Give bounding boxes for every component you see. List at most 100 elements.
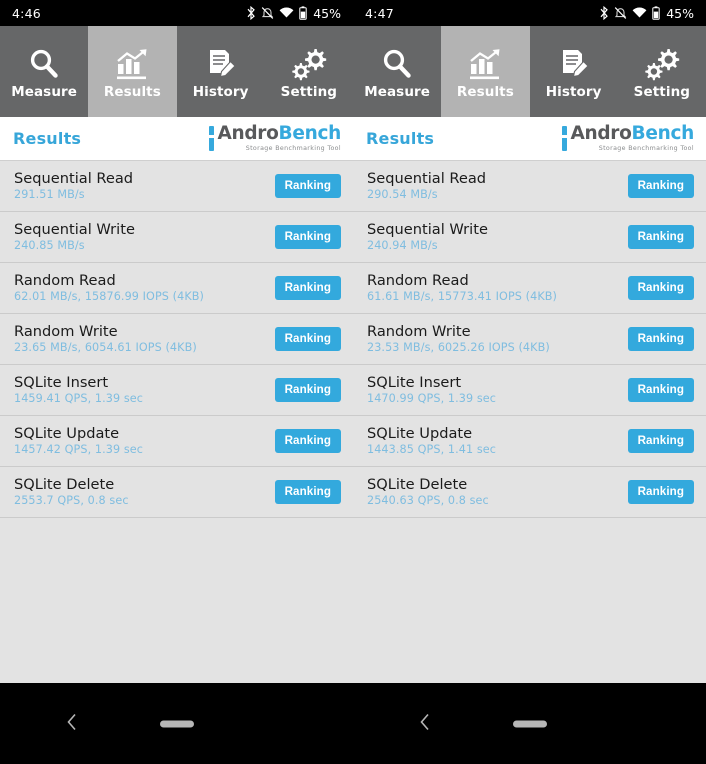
- row-texts: SQLite Update 1457.42 QPS, 1.39 sec: [14, 426, 143, 456]
- tab-label-results: Results: [456, 83, 514, 100]
- benchmark-value: 1443.85 QPS, 1.41 sec: [367, 443, 497, 457]
- tab-label-results: Results: [103, 83, 161, 100]
- ranking-button[interactable]: Ranking: [627, 326, 694, 352]
- table-row[interactable]: Sequential Write 240.85 MB/s Ranking: [0, 212, 353, 263]
- benchmark-value: 61.61 MB/s, 15773.41 IOPS (4KB): [367, 290, 558, 304]
- benchmark-name: Random Read: [14, 271, 116, 289]
- row-texts: Sequential Write 240.94 MB/s: [367, 222, 488, 252]
- notifications-muted-icon: [614, 6, 627, 20]
- benchmark-value: 1457.42 QPS, 1.39 sec: [14, 443, 144, 457]
- benchmark-value: 240.94 MB/s: [367, 239, 438, 253]
- status-clock: 4:46: [12, 5, 41, 21]
- benchmark-value: 23.65 MB/s, 6054.61 IOPS (4KB): [14, 341, 197, 355]
- table-row[interactable]: SQLite Insert 1459.41 QPS, 1.39 sec Rank…: [0, 365, 353, 416]
- tab-bar: Measure Results History Setting: [0, 26, 353, 117]
- home-pill-icon[interactable]: [513, 720, 547, 727]
- benchmark-name: SQLite Delete: [367, 475, 468, 493]
- ranking-button[interactable]: Ranking: [627, 224, 694, 250]
- ranking-button[interactable]: Ranking: [627, 173, 694, 199]
- benchmark-value: 291.51 MB/s: [14, 188, 85, 202]
- tab-results[interactable]: Results: [88, 26, 177, 117]
- battery-percent-label: 45%: [313, 5, 341, 21]
- table-row[interactable]: Random Read 61.61 MB/s, 15773.41 IOPS (4…: [353, 263, 706, 314]
- benchmark-name: Sequential Read: [367, 169, 487, 187]
- row-texts: SQLite Delete 2540.63 QPS, 0.8 sec: [367, 477, 489, 507]
- row-texts: Sequential Read 290.54 MB/s: [367, 171, 486, 201]
- ranking-button[interactable]: Ranking: [274, 224, 341, 250]
- wifi-icon: [279, 7, 294, 19]
- panel-left: 4:46 45% Measure Results History Setting…: [0, 0, 353, 683]
- androbench-logo: AndroBench Storage Benchmarking Tool: [209, 123, 345, 152]
- logo-subtitle: Storage Benchmarking Tool: [245, 144, 341, 152]
- tab-measure[interactable]: Measure: [353, 26, 442, 117]
- table-row[interactable]: SQLite Delete 2553.7 QPS, 0.8 sec Rankin…: [0, 467, 353, 518]
- benchmark-name: SQLite Update: [14, 424, 120, 442]
- tab-label-measure: Measure: [11, 83, 78, 100]
- battery-percent-label: 45%: [666, 5, 694, 21]
- benchmark-name: SQLite Insert: [367, 373, 462, 391]
- bar-chart-icon: [112, 44, 152, 84]
- logo-primary: Andro: [217, 123, 279, 145]
- ranking-button[interactable]: Ranking: [627, 377, 694, 403]
- tab-label-setting: Setting: [280, 83, 338, 100]
- table-row[interactable]: Random Read 62.01 MB/s, 15876.99 IOPS (4…: [0, 263, 353, 314]
- ranking-button[interactable]: Ranking: [274, 479, 341, 505]
- document-pen-icon: [554, 44, 594, 84]
- table-row[interactable]: Sequential Write 240.94 MB/s Ranking: [353, 212, 706, 263]
- gears-icon: [289, 44, 329, 84]
- row-texts: Sequential Write 240.85 MB/s: [14, 222, 135, 252]
- benchmark-name: Sequential Write: [367, 220, 488, 238]
- benchmark-name: Random Write: [367, 322, 471, 340]
- ranking-button[interactable]: Ranking: [274, 326, 341, 352]
- tab-measure[interactable]: Measure: [0, 26, 89, 117]
- logo-text: AndroBench Storage Benchmarking Tool: [217, 123, 341, 152]
- benchmark-value: 2540.63 QPS, 0.8 sec: [367, 494, 489, 508]
- table-row[interactable]: SQLite Delete 2540.63 QPS, 0.8 sec Ranki…: [353, 467, 706, 518]
- benchmark-name: SQLite Delete: [14, 475, 115, 493]
- panel-right: 4:47 45% Measure Results History Setting…: [353, 0, 706, 683]
- ranking-button[interactable]: Ranking: [274, 377, 341, 403]
- tab-history[interactable]: History: [176, 26, 265, 117]
- row-texts: Random Read 61.61 MB/s, 15773.41 IOPS (4…: [367, 273, 557, 303]
- system-nav-bar-right: [353, 683, 706, 764]
- home-pill-icon[interactable]: [160, 720, 194, 727]
- row-texts: SQLite Update 1443.85 QPS, 1.41 sec: [367, 426, 496, 456]
- table-row[interactable]: SQLite Update 1457.42 QPS, 1.39 sec Rank…: [0, 416, 353, 467]
- table-row[interactable]: SQLite Insert 1470.99 QPS, 1.39 sec Rank…: [353, 365, 706, 416]
- ranking-button[interactable]: Ranking: [274, 428, 341, 454]
- tab-bar: Measure Results History Setting: [353, 26, 706, 117]
- androbench-logo: AndroBench Storage Benchmarking Tool: [562, 124, 698, 152]
- tab-label-history: History: [192, 83, 249, 100]
- row-texts: SQLite Insert 1470.99 QPS, 1.39 sec: [367, 375, 496, 405]
- ranking-button[interactable]: Ranking: [627, 428, 694, 454]
- ranking-button[interactable]: Ranking: [274, 275, 341, 301]
- table-row[interactable]: Random Write 23.65 MB/s, 6054.61 IOPS (4…: [0, 314, 353, 365]
- results-list: Sequential Read 291.51 MB/s Ranking Sequ…: [0, 161, 353, 683]
- tab-setting[interactable]: Setting: [617, 26, 706, 117]
- benchmark-name: Random Write: [14, 322, 118, 340]
- back-chevron-icon[interactable]: [66, 713, 78, 735]
- back-chevron-icon[interactable]: [419, 713, 431, 735]
- system-nav-bars: [0, 683, 706, 764]
- battery-icon: [299, 6, 307, 20]
- benchmark-name: Sequential Read: [14, 169, 134, 187]
- row-texts: Random Read 62.01 MB/s, 15876.99 IOPS (4…: [14, 273, 204, 303]
- table-row[interactable]: Sequential Read 290.54 MB/s Ranking: [353, 161, 706, 212]
- ranking-button[interactable]: Ranking: [627, 275, 694, 301]
- battery-icon: [652, 6, 660, 20]
- system-nav-bar-left: [0, 683, 353, 764]
- tab-label-setting: Setting: [633, 83, 691, 100]
- table-row[interactable]: Sequential Read 291.51 MB/s Ranking: [0, 161, 353, 212]
- table-row[interactable]: SQLite Update 1443.85 QPS, 1.41 sec Rank…: [353, 416, 706, 467]
- app-header: Results AndroBench Storage Benchmarking …: [0, 117, 353, 161]
- ranking-button[interactable]: Ranking: [627, 479, 694, 505]
- table-row[interactable]: Random Write 23.53 MB/s, 6025.26 IOPS (4…: [353, 314, 706, 365]
- tab-results[interactable]: Results: [441, 26, 530, 117]
- row-texts: SQLite Delete 2553.7 QPS, 0.8 sec: [14, 477, 129, 507]
- logo-wordmark: AndroBench: [570, 124, 694, 144]
- logo-mark-icon: [209, 125, 215, 151]
- ranking-button[interactable]: Ranking: [274, 173, 341, 199]
- tab-history[interactable]: History: [529, 26, 618, 117]
- tab-setting[interactable]: Setting: [264, 26, 353, 117]
- status-icons: 45%: [599, 6, 694, 21]
